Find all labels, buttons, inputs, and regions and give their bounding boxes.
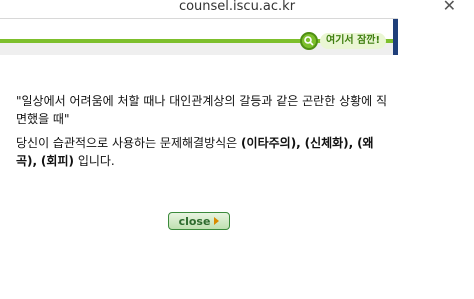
close-window-icon[interactable]: ✕ xyxy=(443,0,456,14)
magnifier-icon xyxy=(300,32,318,50)
result-suffix: 입니다. xyxy=(77,154,115,168)
result-sentence: 당신이 습관적으로 사용하는 문제해결방식은 (이타주의), (신체화), (왜… xyxy=(16,134,394,170)
close-button-label: close xyxy=(178,214,211,228)
browser-address-bar: counsel.iscu.ac.kr ✕ xyxy=(0,0,474,18)
option-altruism: (이타주의), xyxy=(241,136,301,150)
tip-tag: 여기서 잠깐! xyxy=(300,31,387,51)
tip-tag-label: 여기서 잠깐! xyxy=(320,33,387,49)
close-button[interactable]: close xyxy=(168,212,230,230)
situation-quote: "일상에서 어려움에 처할 때나 대인관계상의 갈등과 같은 곤란한 상황에 직… xyxy=(16,94,388,126)
result-content: "일상에서 어려움에 처할 때나 대인관계상의 갈등과 같은 곤란한 상황에 직… xyxy=(16,92,394,170)
option-somatization: (신체화), xyxy=(304,136,354,150)
banner-end-cap xyxy=(393,19,398,55)
play-arrow-icon xyxy=(214,217,220,225)
result-prefix: 당신이 습관적으로 사용하는 문제해결방식은 xyxy=(16,136,238,150)
url-text: counsel.iscu.ac.kr xyxy=(178,0,296,14)
option-avoidance: (회피) xyxy=(40,154,74,168)
